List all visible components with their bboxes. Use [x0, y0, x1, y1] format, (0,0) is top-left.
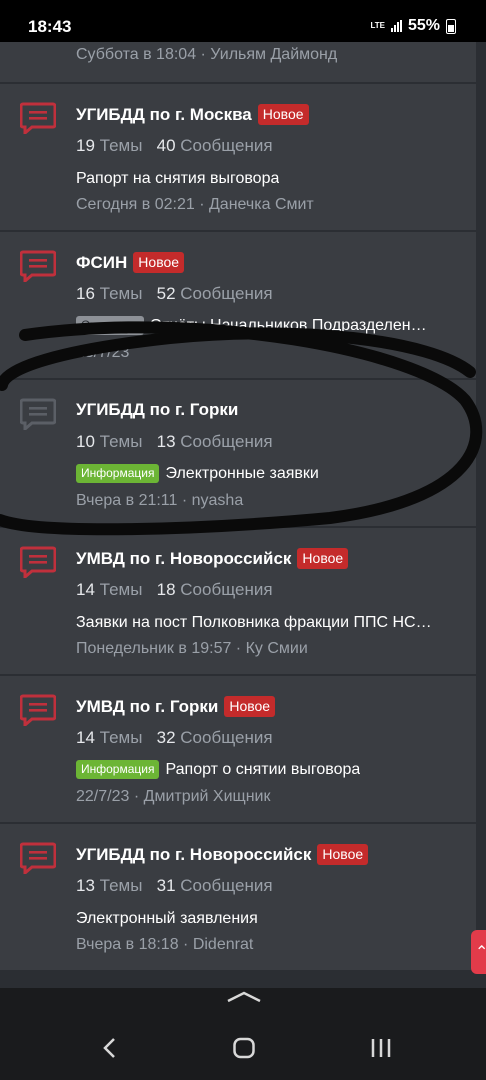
forum-card[interactable]: УГИБДД по г. Новороссийск Новое 13 Темы … — [0, 824, 476, 972]
forum-unread-icon — [20, 102, 56, 134]
last-thread-link[interactable]: Рапорт о снятии выговора — [165, 761, 360, 779]
status-icons: LTE 55% — [370, 17, 456, 35]
forum-title[interactable]: УМВД по г. Горки — [76, 697, 218, 717]
forum-card[interactable]: УМВД по г. Новороссийск Новое 14 Темы 18… — [0, 528, 476, 676]
last-thread-link[interactable]: Рапорт на снятия выговора — [76, 170, 279, 188]
last-thread-link[interactable]: Электронный заявления — [76, 910, 258, 928]
forum-last-meta[interactable]: Вчера в 18:18 · Didenrat — [76, 936, 253, 954]
home-icon[interactable] — [232, 1036, 256, 1060]
forum-unread-icon — [20, 694, 56, 726]
forum-last-meta[interactable]: 22/7/23 · Дмитрий Хищник — [76, 788, 270, 806]
forum-stats: 14 Темы 32 Сообщения — [76, 728, 273, 747]
forum-card[interactable]: УГИБДД по г. Горки 10 Темы 13 Сообщения … — [0, 380, 476, 528]
forum-list: Суббота в 18:04 · Уильям Даймонд УГИБДД … — [0, 42, 486, 988]
last-thread-link[interactable]: Электронные заявки — [165, 465, 318, 483]
back-icon[interactable] — [100, 1036, 120, 1060]
forum-card[interactable]: ФСИН Новое 16 Темы 52 Сообщения Ожидание… — [0, 232, 476, 380]
forum-card[interactable]: УГИБДД по г. Москва Новое 19 Темы 40 Соо… — [0, 84, 476, 232]
forum-unread-icon — [20, 842, 56, 874]
forum-last-meta[interactable]: Суббота в 18:04 · Уильям Даймонд — [76, 46, 337, 64]
scroll-to-top-button[interactable]: ⌃ — [471, 930, 486, 974]
forum-card[interactable]: УМВД по г. Горки Новое 14 Темы 32 Сообще… — [0, 676, 476, 824]
new-badge: Новое — [297, 548, 349, 569]
forum-stats: 14 Темы 18 Сообщения — [76, 580, 273, 599]
forum-title[interactable]: УГИБДД по г. Новороссийск — [76, 845, 311, 865]
forum-last-meta[interactable]: Вчера в 21:11 · nyasha — [76, 492, 243, 510]
prefix-waiting: Ожидание — [76, 316, 144, 335]
prefix-info: Информация — [76, 760, 160, 779]
forum-last-meta[interactable]: 23/7/23 — [76, 344, 129, 362]
forum-stats: 10 Темы 13 Сообщения — [76, 432, 273, 451]
forum-stats: 16 Темы 52 Сообщения — [76, 284, 273, 303]
forum-title[interactable]: УГИБДД по г. Москва — [76, 105, 252, 125]
new-badge: Новое — [317, 844, 369, 865]
forum-read-icon — [20, 398, 56, 430]
new-badge: Новое — [133, 252, 185, 273]
new-badge: Новое — [224, 696, 276, 717]
clock: 18:43 — [28, 17, 72, 36]
forum-last-meta[interactable]: Понедельник в 19:57 · Ку Смии — [76, 640, 308, 658]
prefix-info: Информация — [76, 464, 160, 483]
forum-stats: 13 Темы 31 Сообщения — [76, 876, 273, 895]
recents-icon[interactable] — [370, 1036, 392, 1060]
battery-icon — [446, 18, 456, 34]
chevron-up-icon[interactable] — [226, 988, 262, 1004]
new-badge: Новое — [257, 104, 309, 125]
last-thread-link[interactable]: Заявки на пост Полковника фракции ППС НС… — [76, 614, 432, 632]
system-nav-bar — [0, 1016, 486, 1080]
forum-title[interactable]: УМВД по г. Новороссийск — [76, 549, 291, 569]
forum-unread-icon — [20, 546, 56, 578]
status-bar: 18:43 LTE 55% — [0, 0, 486, 42]
network-icon: LTE — [370, 21, 385, 30]
forum-last-meta[interactable]: Сегодня в 02:21 · Данечка Смит — [76, 196, 314, 214]
battery-percent: 55% — [407, 17, 440, 34]
forum-card-partial[interactable]: Суббота в 18:04 · Уильям Даймонд — [0, 42, 476, 84]
chevron-up-icon: ⌃ — [475, 944, 486, 961]
last-thread-link[interactable]: Отчёты Начальников Подразделен… — [150, 317, 427, 335]
forum-unread-icon — [20, 250, 56, 282]
forum-title[interactable]: ФСИН — [76, 253, 127, 273]
signal-icon — [390, 20, 402, 32]
forum-title[interactable]: УГИБДД по г. Горки — [76, 400, 238, 420]
forum-stats: 19 Темы 40 Сообщения — [76, 136, 273, 155]
